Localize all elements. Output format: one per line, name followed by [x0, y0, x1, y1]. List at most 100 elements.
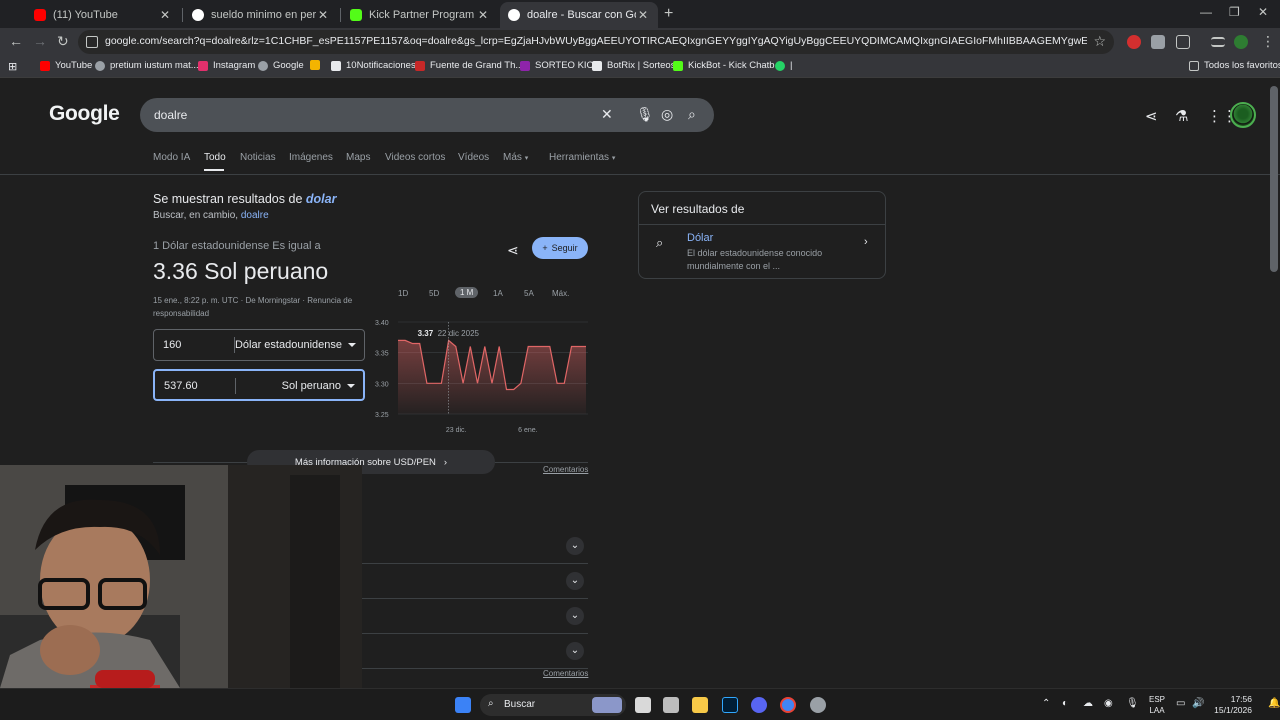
app-notify-icon[interactable] — [810, 697, 826, 713]
tab-herramientas[interactable]: Herramientas ▾ — [549, 152, 615, 163]
new-tab-button[interactable]: + — [664, 5, 673, 23]
tab-doalre[interactable]: doalre - Buscar con Google ✕ — [500, 2, 658, 28]
from-currency-select[interactable]: Dólar estadounidense — [235, 339, 342, 351]
extensions-puzzle-icon[interactable] — [1176, 35, 1190, 49]
bookmark-instagram[interactable]: Instagram — [198, 60, 255, 71]
chevron-down-icon[interactable]: ⌄ — [566, 607, 584, 625]
range-5a[interactable]: 5A — [524, 289, 534, 298]
taskbar-search[interactable]: ⌕ Buscar — [480, 694, 626, 716]
clear-icon[interactable]: ✕ — [601, 106, 613, 123]
tray-app-icon[interactable]: ◐ — [1062, 698, 1068, 709]
tab-mas[interactable]: Más ▾ — [503, 152, 528, 163]
bookmark-whatsapp[interactable]: | — [775, 60, 792, 71]
file-explorer-icon[interactable] — [692, 697, 708, 713]
chrome-icon[interactable] — [780, 697, 796, 713]
close-tab-icon[interactable]: ✕ — [636, 8, 650, 22]
close-tab-icon[interactable]: ✕ — [316, 8, 330, 22]
chevron-down-icon[interactable]: ⌄ — [566, 537, 584, 555]
to-currency-select[interactable]: Sol peruano — [282, 380, 341, 392]
bookmark-10notif[interactable]: 10Notificaciones — [331, 60, 416, 71]
tab-videos[interactable]: Vídeos — [458, 152, 489, 163]
to-amount-field[interactable]: 537.60 Sol peruano — [153, 369, 365, 401]
tab-noticias[interactable]: Noticias — [240, 152, 276, 163]
tray-cloud-icon[interactable]: ☁ — [1083, 698, 1093, 709]
bookmark-google[interactable]: Google — [258, 60, 304, 71]
bookmark-botrix[interactable]: BotRix | Sorteos — [592, 60, 675, 71]
photoshop-icon[interactable] — [722, 697, 738, 713]
minimize-button[interactable]: — — [1200, 5, 1212, 19]
tray-chevron-up-icon[interactable]: ⌃ — [1042, 698, 1050, 709]
reading-list-icon[interactable] — [1211, 37, 1225, 47]
windows-start-icon[interactable] — [455, 697, 471, 713]
tab-youtube[interactable]: (11) YouTube ✕ — [26, 2, 180, 28]
bookmark-star[interactable] — [310, 60, 325, 70]
extension-red-icon[interactable] — [1127, 35, 1141, 49]
feedback-link[interactable]: Comentarios — [543, 465, 588, 474]
microphone-icon[interactable]: 🎙 — [636, 106, 654, 123]
lens-camera-icon[interactable]: ◎ — [661, 106, 673, 123]
site-info-icon[interactable] — [86, 36, 98, 48]
bookmark-sorteo[interactable]: SORTEO KICK — [520, 60, 600, 71]
tab-sueldo[interactable]: sueldo minimo en peru - Busca ✕ — [184, 2, 338, 28]
chevron-down-icon[interactable]: ⌄ — [566, 572, 584, 590]
tab-videos-cortos[interactable]: Videos cortos — [385, 152, 445, 163]
to-value[interactable]: 537.60 — [164, 380, 198, 392]
notification-bell-icon[interactable]: 🔔 — [1268, 698, 1280, 709]
bookmark-kickbot[interactable]: KickBot - Kick Chatb... — [673, 60, 783, 71]
close-tab-icon[interactable]: ✕ — [476, 8, 490, 22]
extension-icon[interactable] — [1151, 35, 1165, 49]
forward-arrow-icon[interactable]: → — [33, 33, 47, 49]
share-icon[interactable]: ⋖ — [507, 242, 519, 259]
range-1d[interactable]: 1D — [398, 289, 408, 298]
exchange-rate-chart[interactable]: 3.40 3.35 3.30 3.25 3.37 22 dic 2025 23 dic. 6 … — [372, 314, 588, 438]
tab-kick[interactable]: Kick Partner Program - Kick Da ✕ — [342, 2, 498, 28]
app-icon[interactable] — [663, 697, 679, 713]
search-icon[interactable]: ⌕ — [688, 106, 696, 123]
tray-app-icon[interactable]: ◉ — [1104, 698, 1113, 709]
corrected-term-link[interactable]: dolar — [306, 192, 337, 206]
range-5d[interactable]: 5D — [429, 289, 439, 298]
back-arrow-icon[interactable]: ← — [9, 33, 23, 49]
restore-button[interactable]: ❐ — [1229, 5, 1240, 19]
address-bar[interactable]: google.com/search?q=doalre&rlz=1C1CHBF_e… — [78, 30, 1114, 54]
from-amount-field[interactable]: 160 Dólar estadounidense — [153, 329, 365, 361]
original-term-link[interactable]: doalre — [241, 210, 269, 221]
tab-modo-ia[interactable]: Modo IA — [153, 152, 190, 163]
close-window-button[interactable]: ✕ — [1258, 5, 1268, 19]
network-icon[interactable]: ▭ — [1176, 698, 1185, 709]
volume-icon[interactable]: 🔊 — [1192, 698, 1204, 709]
range-max[interactable]: Máx. — [552, 289, 569, 298]
account-avatar[interactable] — [1230, 102, 1256, 128]
bookmark-youtube[interactable]: YouTube — [40, 60, 92, 71]
apps-grid-icon[interactable]: ⊞ — [8, 60, 17, 73]
range-1m[interactable]: 1 M — [455, 287, 479, 298]
tab-todo[interactable]: Todo — [204, 152, 226, 163]
search-box[interactable]: doalre ✕ 🎙 ◎ ⌕ — [140, 98, 714, 132]
bookmark-star-icon[interactable]: ☆ — [1093, 33, 1106, 50]
menu-kebab-icon[interactable]: ⋮ — [1261, 33, 1275, 50]
reload-icon[interactable]: ↻ — [57, 33, 69, 50]
tray-mic-icon[interactable]: 🎙 — [1126, 698, 1139, 709]
bookmark-fuente[interactable]: Fuente de Grand Th... — [415, 60, 523, 71]
dolar-result-link[interactable]: Dólar — [687, 232, 713, 244]
labs-flask-icon[interactable]: ⚗ — [1175, 107, 1188, 125]
tab-imagenes[interactable]: Imágenes — [289, 152, 333, 163]
clock[interactable]: 17:56 15/1/2026 — [1212, 694, 1252, 716]
google-logo[interactable]: Google — [49, 102, 120, 126]
share-icon[interactable]: ⋖ — [1145, 107, 1158, 125]
chevron-right-icon[interactable]: › — [864, 236, 868, 248]
page-scrollbar[interactable] — [1270, 86, 1278, 272]
tab-maps[interactable]: Maps — [346, 152, 370, 163]
bookmark-pretium[interactable]: pretium iustum mat... — [95, 60, 199, 71]
feedback-link[interactable]: Comentarios — [543, 669, 588, 678]
close-tab-icon[interactable]: ✕ — [158, 8, 172, 22]
profile-avatar-icon[interactable] — [1234, 35, 1248, 49]
follow-button[interactable]: + Seguir — [532, 237, 588, 259]
task-view-icon[interactable] — [635, 697, 651, 713]
language-indicator[interactable]: ESP LAA — [1146, 694, 1168, 716]
chevron-down-icon[interactable]: ⌄ — [566, 642, 584, 660]
range-1a[interactable]: 1A — [493, 289, 503, 298]
discord-icon[interactable] — [751, 697, 767, 713]
from-value[interactable]: 160 — [163, 339, 181, 351]
all-bookmarks[interactable]: Todos los favoritos — [1189, 60, 1280, 71]
